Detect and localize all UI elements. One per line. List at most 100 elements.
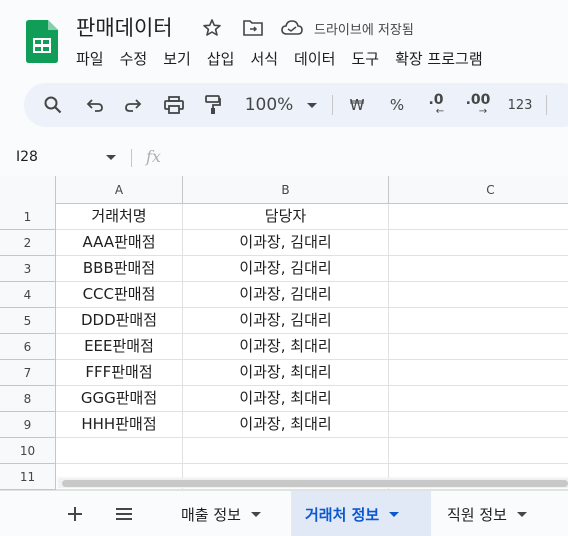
row-header[interactable]: 7 — [0, 360, 56, 386]
column-header-a[interactable]: A — [56, 176, 183, 204]
chevron-down-icon[interactable] — [516, 511, 527, 517]
menu-format[interactable]: 서식 — [242, 48, 286, 70]
cell-b[interactable]: 이과장, 김대리 — [183, 282, 389, 308]
table-row: 3 BBB판매점 이과장, 김대리 — [0, 256, 568, 282]
add-sheet-icon[interactable] — [58, 491, 92, 536]
cell-b[interactable]: 이과장, 김대리 — [183, 256, 389, 282]
sheet-tab-staff[interactable]: 직원 정보 — [433, 491, 568, 536]
row-header[interactable]: 10 — [0, 438, 56, 464]
cell-c[interactable] — [389, 360, 568, 386]
cell-b[interactable]: 이과장, 김대리 — [183, 308, 389, 334]
cell-b[interactable]: 이과장, 최대리 — [183, 334, 389, 360]
menu-edit[interactable]: 수정 — [112, 48, 156, 70]
cell-c[interactable] — [389, 282, 568, 308]
move-folder-icon[interactable] — [242, 17, 264, 39]
horizontal-scrollbar[interactable] — [58, 478, 568, 488]
select-all-corner[interactable] — [0, 176, 56, 204]
cell-b[interactable] — [183, 438, 389, 464]
table-row: 5 DDD판매점 이과장, 김대리 — [0, 308, 568, 334]
currency-format-button[interactable]: ₩ — [342, 83, 372, 127]
menu-data[interactable]: 데이터 — [286, 48, 343, 70]
sheets-logo-icon[interactable] — [26, 20, 58, 63]
table-row: 6 EEE판매점 이과장, 최대리 — [0, 334, 568, 360]
name-box[interactable]: I28 — [16, 149, 38, 165]
arrow-left-icon: ← — [435, 106, 445, 117]
cell-a[interactable]: EEE판매점 — [56, 334, 183, 360]
menu-insert[interactable]: 삽입 — [199, 48, 243, 70]
row-header[interactable]: 8 — [0, 386, 56, 412]
cell-b[interactable]: 담당자 — [183, 204, 389, 230]
chevron-down-icon[interactable] — [250, 511, 261, 517]
all-sheets-menu-icon[interactable] — [106, 491, 142, 536]
row-header[interactable]: 11 — [0, 464, 56, 490]
row-header[interactable]: 9 — [0, 412, 56, 438]
toolbar-divider — [332, 95, 333, 115]
sheets-app: 판매데이터 드라이브에 저장됨 파일 수정 보기 삽입 서식 데이터 도구 확장… — [0, 0, 568, 536]
arrow-right-icon: → — [478, 106, 488, 117]
menu-extensions[interactable]: 확장 프로그램 — [387, 48, 491, 70]
increase-decimal-label: .00 — [465, 92, 491, 108]
cell-c[interactable] — [389, 412, 568, 438]
row-header[interactable]: 2 — [0, 230, 56, 256]
cell-a[interactable]: BBB판매점 — [56, 256, 183, 282]
cell-a[interactable]: HHH판매점 — [56, 412, 183, 438]
redo-icon[interactable] — [118, 83, 148, 127]
sheet-tab-bar: 매출 정보 거래처 정보 직원 정보 — [0, 490, 568, 536]
star-icon[interactable] — [201, 17, 223, 39]
paint-format-icon[interactable] — [198, 83, 228, 127]
spreadsheet-grid: A B C 1 거래처명 담당자 2 AAA판매점 이과장, 김대리 3 BBB판매점 이과장,… — [0, 176, 568, 490]
chevron-down-icon[interactable] — [389, 511, 400, 517]
zoom-value[interactable]: 100% — [238, 83, 300, 127]
cell-c[interactable] — [389, 256, 568, 282]
name-box-dropdown-icon[interactable] — [106, 155, 116, 160]
row-header[interactable]: 6 — [0, 334, 56, 360]
menu-bar: 파일 수정 보기 삽입 서식 데이터 도구 확장 프로그램 — [76, 48, 491, 70]
sheet-tab-label: 매출 정보 — [181, 505, 241, 524]
cell-c[interactable] — [389, 204, 568, 230]
cloud-saved-icon[interactable] — [281, 17, 303, 39]
cell-b[interactable]: 이과장, 최대리 — [183, 386, 389, 412]
table-row: 10 — [0, 438, 568, 464]
decrease-decimal-button[interactable]: .0 ← — [420, 83, 452, 127]
row-header[interactable]: 5 — [0, 308, 56, 334]
cell-a[interactable]: CCC판매점 — [56, 282, 183, 308]
cell-c[interactable] — [389, 308, 568, 334]
sheet-tab-clients[interactable]: 거래처 정보 — [291, 491, 431, 536]
cell-b[interactable]: 이과장, 최대리 — [183, 360, 389, 386]
menu-view[interactable]: 보기 — [155, 48, 199, 70]
search-menus-icon[interactable] — [38, 83, 68, 127]
cell-c[interactable] — [389, 230, 568, 256]
scrollbar-thumb[interactable] — [62, 480, 568, 487]
increase-decimal-button[interactable]: .00 → — [460, 83, 496, 127]
cell-c[interactable] — [389, 438, 568, 464]
menu-tools[interactable]: 도구 — [343, 48, 387, 70]
cell-a[interactable]: FFF판매점 — [56, 360, 183, 386]
fx-icon: fx — [146, 147, 161, 166]
number-format-button[interactable]: 123 — [502, 83, 538, 127]
column-header-c[interactable]: C — [389, 176, 568, 204]
row-header[interactable]: 4 — [0, 282, 56, 308]
cell-a[interactable]: GGG판매점 — [56, 386, 183, 412]
cell-c[interactable] — [389, 334, 568, 360]
cell-c[interactable] — [389, 386, 568, 412]
row-header[interactable]: 1 — [0, 204, 56, 230]
toolbar-divider — [546, 95, 547, 115]
menu-file[interactable]: 파일 — [76, 48, 112, 70]
cell-a[interactable]: 거래처명 — [56, 204, 183, 230]
print-icon[interactable] — [158, 83, 190, 127]
sheet-tab-sales[interactable]: 매출 정보 — [167, 491, 289, 536]
formula-bar: I28 fx — [0, 140, 568, 176]
cell-a[interactable]: AAA판매점 — [56, 230, 183, 256]
percent-format-button[interactable]: % — [382, 83, 412, 127]
table-row: 4 CCC판매점 이과장, 김대리 — [0, 282, 568, 308]
column-header-b[interactable]: B — [183, 176, 389, 204]
undo-icon[interactable] — [80, 83, 110, 127]
cell-a[interactable] — [56, 438, 183, 464]
column-header-row: A B C — [0, 176, 568, 204]
cell-b[interactable]: 이과장, 최대리 — [183, 412, 389, 438]
zoom-dropdown-icon[interactable] — [302, 83, 322, 127]
row-header[interactable]: 3 — [0, 256, 56, 282]
cell-a[interactable]: DDD판매점 — [56, 308, 183, 334]
document-title[interactable]: 판매데이터 — [76, 12, 173, 42]
cell-b[interactable]: 이과장, 김대리 — [183, 230, 389, 256]
